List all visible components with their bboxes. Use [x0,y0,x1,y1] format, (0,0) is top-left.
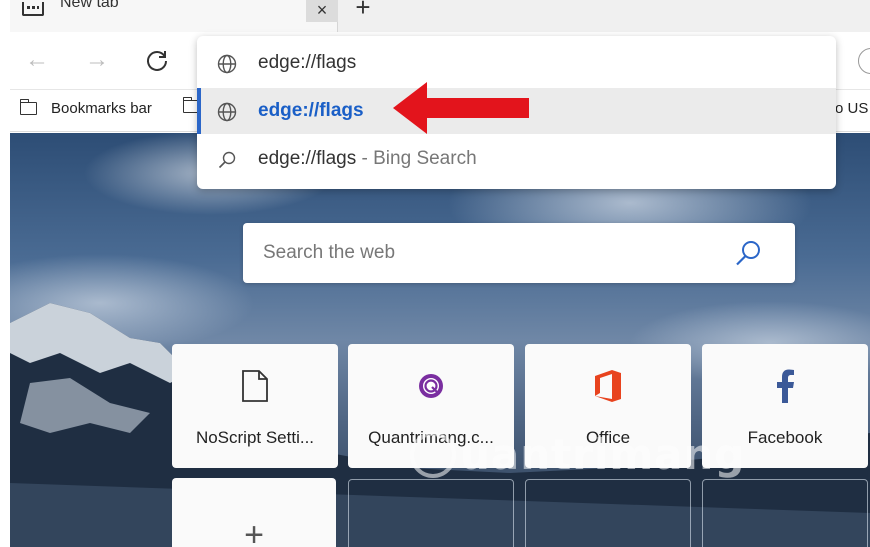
tile-placeholder [348,479,514,547]
bookmarks-bar-label: Bookmarks bar [51,100,152,117]
suggestion-query: edge://flags [258,148,357,169]
plus-icon: + [244,516,264,547]
web-search-box[interactable] [243,223,795,283]
selection-indicator [197,88,201,134]
reload-icon [147,51,167,71]
forward-button[interactable]: → [82,46,112,76]
profile-avatar[interactable] [858,48,870,74]
watermark-logo [410,431,456,478]
suggestion-text: edge://flags [258,100,364,121]
browser-window: New tab × + ← → Bookmarks bar o US edge:… [0,0,870,547]
omnibox-input-text[interactable]: edge://flags [258,52,356,74]
document-icon [172,368,338,404]
tab-page-icon [22,2,44,16]
tile-noscript[interactable]: NoScript Setti... [172,344,338,468]
web-search-input[interactable] [263,239,723,267]
facebook-icon [702,368,868,404]
tab-title: New tab [60,0,119,11]
quantrimang-icon [348,368,514,404]
tile-placeholder [702,479,868,547]
suggestion-bing-search[interactable]: edge://flags - Bing Search [197,136,836,182]
new-tab-button[interactable]: + [348,0,378,20]
tab-close-button[interactable]: × [306,0,338,22]
watermark-text: uantrimang [460,430,746,479]
tile-placeholder [525,479,691,547]
office-icon [525,368,691,404]
bookmarks-bar-folder[interactable]: Bookmarks bar [19,99,152,117]
suggestion-suffix: - Bing Search [356,148,477,169]
suggestion-search-text: edge://flags - Bing Search [258,148,477,170]
tab-new-tab[interactable]: New tab × [10,0,338,32]
left-margin [0,0,10,547]
folder-icon [19,99,37,115]
watermark: uantrimang [410,430,745,479]
search-icon[interactable] [733,238,763,268]
reload-button[interactable] [142,46,172,76]
tab-strip: New tab × + [10,0,870,32]
search-icon [218,151,236,169]
globe-icon [217,102,237,122]
bookmark-item-right[interactable]: o US [835,100,868,117]
red-arrow-icon [393,82,529,134]
globe-icon [217,54,237,74]
back-button[interactable]: ← [22,46,52,76]
add-site-tile[interactable]: + [172,478,336,547]
tile-label: NoScript Setti... [195,428,315,447]
